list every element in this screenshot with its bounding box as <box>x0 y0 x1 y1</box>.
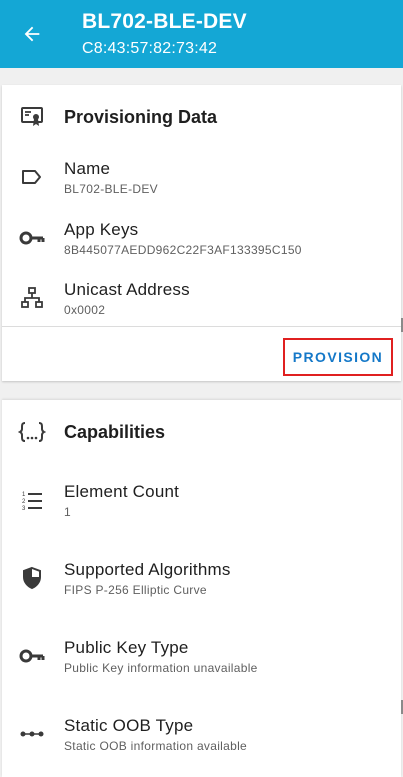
provisioning-header: Provisioning Data <box>2 101 401 133</box>
svg-text:2: 2 <box>22 499 26 505</box>
shield-icon <box>18 564 46 592</box>
svg-text:1: 1 <box>22 492 26 498</box>
label-tag-icon <box>18 163 46 191</box>
supported-algorithms-value: FIPS P-256 Elliptic Curve <box>64 583 207 597</box>
network-icon <box>18 284 46 312</box>
unicast-address-row: Unicast Address 0x0002 <box>2 278 401 322</box>
public-key-type-value: Public Key information unavailable <box>64 661 258 675</box>
app-bar: BL702-BLE-DEV C8:43:57:82:73:42 <box>0 0 403 68</box>
name-label: Name <box>64 159 111 178</box>
static-oob-type-value: Static OOB information available <box>64 739 248 753</box>
static-oob-type-label: Static OOB Type <box>64 716 194 735</box>
braces-icon <box>18 418 46 446</box>
static-oob-type-row: Static OOB Type Static OOB information a… <box>2 714 401 758</box>
device-name-title: BL702-BLE-DEV <box>82 10 247 33</box>
unicast-address-label: Unicast Address <box>64 280 190 299</box>
public-key-type-row: Public Key Type Public Key information u… <box>2 636 401 680</box>
name-row: Name BL702-BLE-DEV <box>2 157 401 201</box>
device-address-subtitle: C8:43:57:82:73:42 <box>82 40 218 57</box>
provisioning-section-title: Provisioning Data <box>64 107 218 127</box>
supported-algorithms-row: Supported Algorithms FIPS P-256 Elliptic… <box>2 558 401 602</box>
app-keys-row: App Keys 8B445077AEDD962C22F3AF133395C15… <box>2 218 401 262</box>
name-value: BL702-BLE-DEV <box>64 182 158 196</box>
back-button[interactable] <box>16 20 48 48</box>
app-keys-value: 8B445077AEDD962C22F3AF133395C150 <box>64 243 302 257</box>
numbered-list-icon: 1 2 3 <box>18 486 46 514</box>
public-key-type-label: Public Key Type <box>64 638 189 657</box>
arrow-back-icon <box>24 26 40 42</box>
supported-algorithms-label: Supported Algorithms <box>64 560 231 579</box>
unicast-address-value: 0x0002 <box>64 303 106 317</box>
capabilities-card: Capabilities 1 2 3 Element Count 1 Suppo… <box>2 400 401 777</box>
key-icon <box>18 642 46 670</box>
element-count-label: Element Count <box>64 482 180 501</box>
provision-button[interactable]: PROVISION <box>283 338 393 376</box>
key-icon <box>18 224 46 252</box>
provisioning-data-card: Provisioning Data Name BL702-BLE-DEV App… <box>2 85 401 381</box>
certificate-icon <box>18 103 46 131</box>
element-count-row: 1 2 3 Element Count 1 <box>2 480 401 524</box>
element-count-value: 1 <box>64 505 71 519</box>
capabilities-section-title: Capabilities <box>64 422 166 442</box>
dotted-line-icon <box>18 720 46 748</box>
divider <box>2 326 401 327</box>
app-keys-label: App Keys <box>64 220 139 239</box>
svg-text:3: 3 <box>22 506 26 512</box>
capabilities-header: Capabilities <box>2 416 401 448</box>
